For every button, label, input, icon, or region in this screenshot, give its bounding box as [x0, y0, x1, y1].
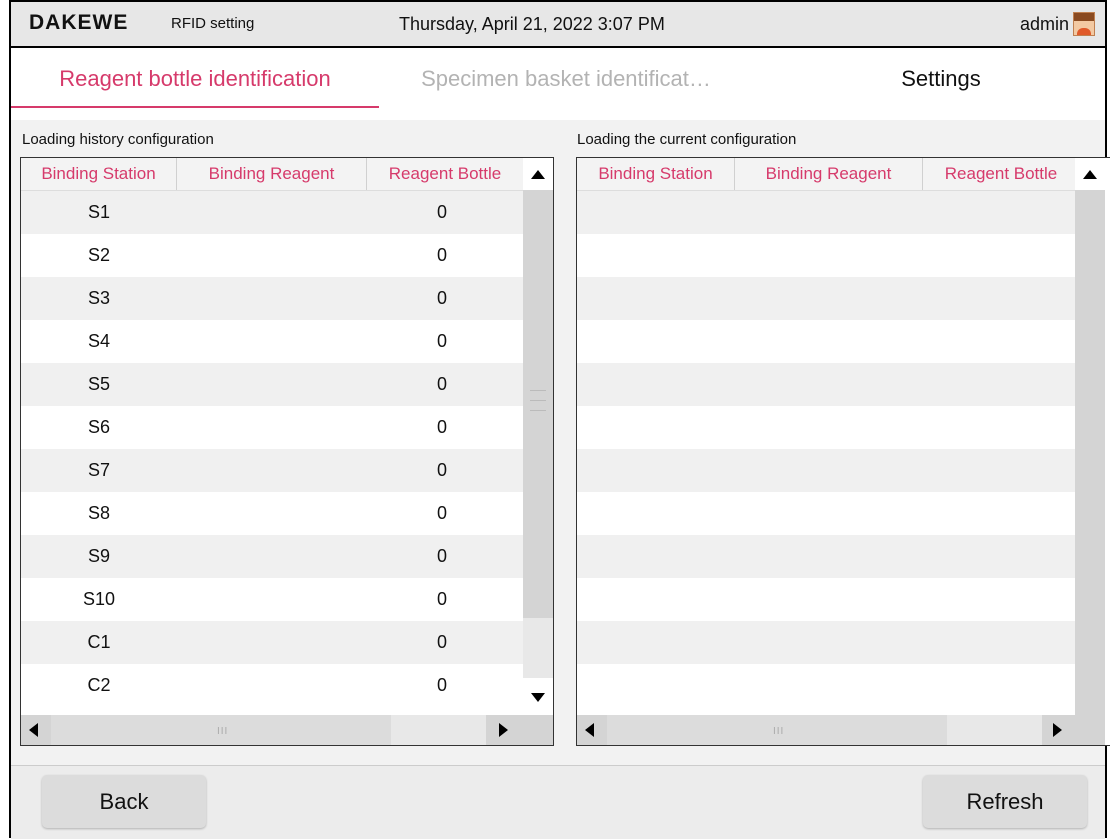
cell-binding-station: S7	[87, 460, 111, 480]
cell-reagent-bottle: 0	[436, 202, 447, 222]
user-name[interactable]: admin	[1020, 14, 1069, 35]
table-row[interactable]: C2 0	[21, 664, 523, 707]
cell-binding-station: S6	[87, 417, 111, 437]
tab-bar: Reagent bottle identification Specimen b…	[11, 48, 1105, 110]
history-col-binding-reagent[interactable]: Binding Reagent	[177, 158, 367, 190]
back-button[interactable]: Back	[42, 775, 206, 828]
cell-reagent-bottle: 0	[436, 632, 447, 652]
title-bar: DAKEWE RFID setting Thursday, April 21, …	[9, 0, 1107, 48]
scroll-up-arrow-icon[interactable]	[1083, 170, 1097, 179]
user-avatar-icon[interactable]	[1073, 12, 1095, 36]
table-row[interactable]: C1 0	[21, 621, 523, 664]
cell-binding-station: S1	[87, 202, 111, 222]
cell-reagent-bottle: 0	[436, 245, 447, 265]
current-grid-header: Binding Station Binding Reagent Reagent …	[577, 158, 1079, 191]
table-row[interactable]: S3 0	[21, 277, 523, 320]
cell-binding-station: S4	[87, 331, 111, 351]
cell-reagent-bottle: 0	[436, 503, 447, 523]
tab-reagent-bottle-identification[interactable]: Reagent bottle identification	[11, 66, 379, 92]
table-row[interactable]: S8 0	[21, 492, 523, 535]
cell-reagent-bottle: 0	[436, 331, 447, 351]
tab-specimen-basket-identification[interactable]: Specimen basket identificat…	[386, 66, 746, 92]
history-col-reagent-bottle[interactable]: Reagent Bottle	[367, 158, 523, 190]
cell-binding-station: S9	[87, 546, 111, 566]
cell-binding-station: C1	[87, 632, 111, 652]
scroll-left-arrow-icon[interactable]	[585, 723, 594, 737]
datetime-display: Thursday, April 21, 2022 3:07 PM	[399, 14, 665, 34]
cell-reagent-bottle: 0	[436, 417, 447, 437]
cell-reagent-bottle: 0	[436, 374, 447, 394]
cell-binding-station: S3	[87, 288, 111, 308]
cell-binding-station: S10	[82, 589, 116, 609]
cell-binding-station: S5	[87, 374, 111, 394]
history-grid-header: Binding Station Binding Reagent Reagent …	[21, 158, 523, 191]
cell-binding-station: S8	[87, 503, 111, 523]
table-row[interactable]: S1 0	[21, 191, 523, 234]
current-col-binding-reagent[interactable]: Binding Reagent	[735, 158, 923, 190]
history-panel-title: Loading history configuration	[22, 131, 214, 148]
module-title: RFID setting	[171, 15, 255, 32]
scroll-down-arrow-icon[interactable]	[531, 693, 545, 702]
history-horizontal-scrollbar[interactable]: III	[21, 715, 553, 745]
table-row[interactable]: S10 0	[21, 578, 523, 621]
history-vertical-scrollbar[interactable]	[523, 158, 553, 715]
table-row[interactable]: S2 0	[21, 234, 523, 277]
scroll-right-arrow-icon[interactable]	[499, 723, 508, 737]
current-horizontal-scrollbar[interactable]: III	[577, 715, 1075, 745]
footer-bar: Back Refresh	[11, 765, 1105, 839]
active-tab-indicator	[11, 106, 379, 108]
refresh-button[interactable]: Refresh	[923, 775, 1087, 828]
current-col-reagent-bottle[interactable]: Reagent Bottle	[923, 158, 1079, 190]
table-row[interactable]: S9 0	[21, 535, 523, 578]
current-panel-title: Loading the current configuration	[577, 131, 797, 148]
cell-reagent-bottle: 0	[436, 589, 447, 609]
table-row[interactable]: S4 0	[21, 320, 523, 363]
history-grid[interactable]: Binding Station Binding Reagent Reagent …	[20, 157, 554, 746]
table-row[interactable]: S6 0	[21, 406, 523, 449]
current-col-binding-station[interactable]: Binding Station	[577, 158, 735, 190]
brand-logo: DAKEWE	[29, 11, 129, 34]
scroll-right-arrow-icon[interactable]	[1053, 723, 1062, 737]
tab-settings[interactable]: Settings	[831, 66, 1051, 92]
cell-binding-station: S2	[87, 245, 111, 265]
current-vertical-scrollbar[interactable]	[1075, 158, 1105, 745]
cell-reagent-bottle: 0	[436, 288, 447, 308]
table-row[interactable]: S5 0	[21, 363, 523, 406]
table-row[interactable]: S7 0	[21, 449, 523, 492]
scroll-left-arrow-icon[interactable]	[29, 723, 38, 737]
cell-reagent-bottle: 0	[436, 460, 447, 480]
scroll-up-arrow-icon[interactable]	[531, 170, 545, 179]
cell-reagent-bottle: 0	[436, 546, 447, 566]
current-grid[interactable]: Binding Station Binding Reagent Reagent …	[576, 157, 1110, 746]
cell-reagent-bottle: 0	[436, 675, 447, 695]
history-col-binding-station[interactable]: Binding Station	[21, 158, 177, 190]
cell-binding-station: C2	[87, 675, 111, 695]
